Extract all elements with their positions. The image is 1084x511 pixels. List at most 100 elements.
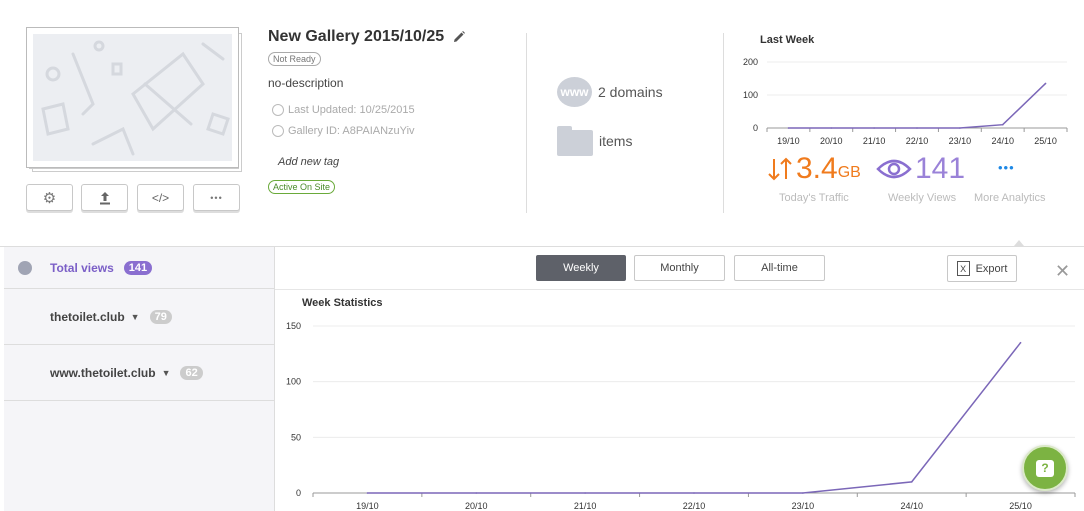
domain-name: thetoilet.club <box>50 310 125 324</box>
id-icon <box>272 125 284 137</box>
www-icon: www <box>557 77 592 107</box>
data-point <box>366 492 369 494</box>
excel-icon: X <box>956 261 970 276</box>
views-stat: 141 <box>876 152 965 186</box>
total-views-badge: 141 <box>123 260 153 275</box>
week-statistics-chart: 0 50 100 150 19/10 20/10 21/10 22/10 23/10 24/10 2… <box>286 321 1076 511</box>
x-tick-label: 24/10 <box>991 136 1014 146</box>
placeholder-doodle-icon <box>41 40 230 156</box>
thumbnail-frame <box>26 27 239 168</box>
domains-link[interactable]: www 2 domains <box>557 77 663 107</box>
placeholder-art <box>33 34 232 161</box>
monthly-button[interactable]: Monthly <box>634 255 725 281</box>
divider <box>275 289 1084 290</box>
traffic-value: 3.4 <box>796 152 838 185</box>
gallery-description[interactable]: no-description <box>268 76 343 90</box>
data-point <box>802 492 804 494</box>
x-tick-label: 22/10 <box>683 501 706 511</box>
ellipsis-icon: ••• <box>998 160 1015 175</box>
domains-count: 2 domains <box>598 84 663 100</box>
data-point <box>1001 123 1004 126</box>
active-badge: Active On Site <box>268 180 336 194</box>
traffic-label: Today's Traffic <box>779 192 849 204</box>
x-tick-label: 24/10 <box>900 501 923 511</box>
y-tick-label: 100 <box>743 90 758 100</box>
domain-row[interactable]: www.thetoilet.club ▼ 62 <box>4 345 275 401</box>
domain-row[interactable]: thetoilet.club ▼ 79 <box>4 289 275 345</box>
embed-code-button[interactable]: </> <box>137 184 184 211</box>
x-tick-label: 20/10 <box>820 136 843 146</box>
folder-icon <box>557 126 593 156</box>
weekly-button[interactable]: Weekly <box>536 255 626 281</box>
x-tick-label: 22/10 <box>906 136 929 146</box>
data-point <box>787 127 790 129</box>
gallery-id: Gallery ID: A8PAIANzuYiv <box>272 125 415 137</box>
last-updated-text: Last Updated: 10/25/2015 <box>288 104 415 116</box>
domain-name: www.thetoilet.club <box>50 366 156 380</box>
alltime-button[interactable]: All-time <box>734 255 825 281</box>
total-views-row[interactable]: Total views 141 <box>4 247 275 289</box>
globe-icon <box>18 260 32 275</box>
ellipsis-icon: ••• <box>210 192 223 203</box>
chart-title: Week Statistics <box>302 297 383 309</box>
x-tick-label: 21/10 <box>863 136 886 146</box>
settings-button[interactable]: ⚙ <box>26 184 73 211</box>
help-icon: ? <box>1036 459 1054 477</box>
data-point <box>873 127 875 129</box>
y-tick-label: 0 <box>296 488 301 498</box>
y-tick-label: 100 <box>286 377 301 387</box>
divider <box>723 33 724 213</box>
total-views: Total views 141 <box>4 247 275 288</box>
data-point <box>1019 341 1022 344</box>
y-tick-label: 150 <box>286 321 301 331</box>
x-tick-label: 23/10 <box>949 136 972 146</box>
divider <box>526 33 527 213</box>
last-updated: Last Updated: 10/25/2015 <box>272 104 415 116</box>
add-tag-link[interactable]: Add new tag <box>278 156 339 168</box>
close-icon[interactable]: ✕ <box>1055 261 1070 282</box>
total-views-label: Total views <box>50 260 114 275</box>
more-analytics-label[interactable]: More Analytics <box>974 192 1046 204</box>
data-point <box>910 481 913 483</box>
export-button[interactable]: X Export <box>947 255 1017 282</box>
x-tick-label: 19/10 <box>777 136 800 146</box>
more-analytics-button[interactable]: ••• <box>998 160 1015 175</box>
domain-count-badge: 62 <box>180 366 203 380</box>
x-tick-label: 20/10 <box>465 501 488 511</box>
views-value: 141 <box>915 152 966 185</box>
x-tick-label: 23/10 <box>792 501 815 511</box>
x-tick-label: 25/10 <box>1009 501 1032 511</box>
gallery-thumbnail[interactable] <box>26 27 242 172</box>
pencil-icon[interactable] <box>452 30 466 44</box>
export-label: Export <box>975 262 1008 275</box>
x-tick-label: 21/10 <box>574 501 597 511</box>
data-point <box>584 492 586 494</box>
domain-item: www.thetoilet.club ▼ 62 <box>4 345 275 401</box>
x-tick-label: 25/10 <box>1034 136 1057 146</box>
last-week-chart: 0 100 200 19/10 20/10 21/10 22/10 23/10 24/10 25/… <box>743 57 1068 146</box>
series-line <box>367 342 1022 494</box>
traffic-stat: 3.4 GB <box>766 152 861 186</box>
upload-button[interactable] <box>81 184 128 211</box>
gallery-header: ⚙ </> ••• New Gallery 2015/10/25 Not Rea… <box>0 0 1084 246</box>
domain-count-badge: 79 <box>149 310 172 324</box>
status-badge: Not Ready <box>268 52 321 66</box>
data-point <box>830 127 833 129</box>
domain-item: thetoilet.club ▼ 79 <box>4 289 275 345</box>
traffic-unit: GB <box>837 164 861 181</box>
items-link[interactable]: items <box>557 126 632 156</box>
domain-sidebar: Total views 141 thetoilet.club ▼ 79 www.… <box>4 247 275 511</box>
help-button[interactable]: ? <box>1022 445 1068 491</box>
clock-icon <box>272 104 284 116</box>
eye-icon <box>876 159 912 179</box>
y-tick-label: 200 <box>743 57 758 67</box>
more-button[interactable]: ••• <box>193 184 240 211</box>
mini-chart-title: Last Week <box>760 34 815 46</box>
x-tick-label: 19/10 <box>356 501 379 511</box>
caret-down-icon: ▼ <box>130 312 140 322</box>
gallery-id-text: Gallery ID: A8PAIANzuYiv <box>288 125 415 137</box>
page-title: New Gallery 2015/10/25 <box>268 28 445 45</box>
views-label: Weekly Views <box>888 192 957 204</box>
data-point <box>1044 82 1047 85</box>
data-point <box>693 492 695 494</box>
